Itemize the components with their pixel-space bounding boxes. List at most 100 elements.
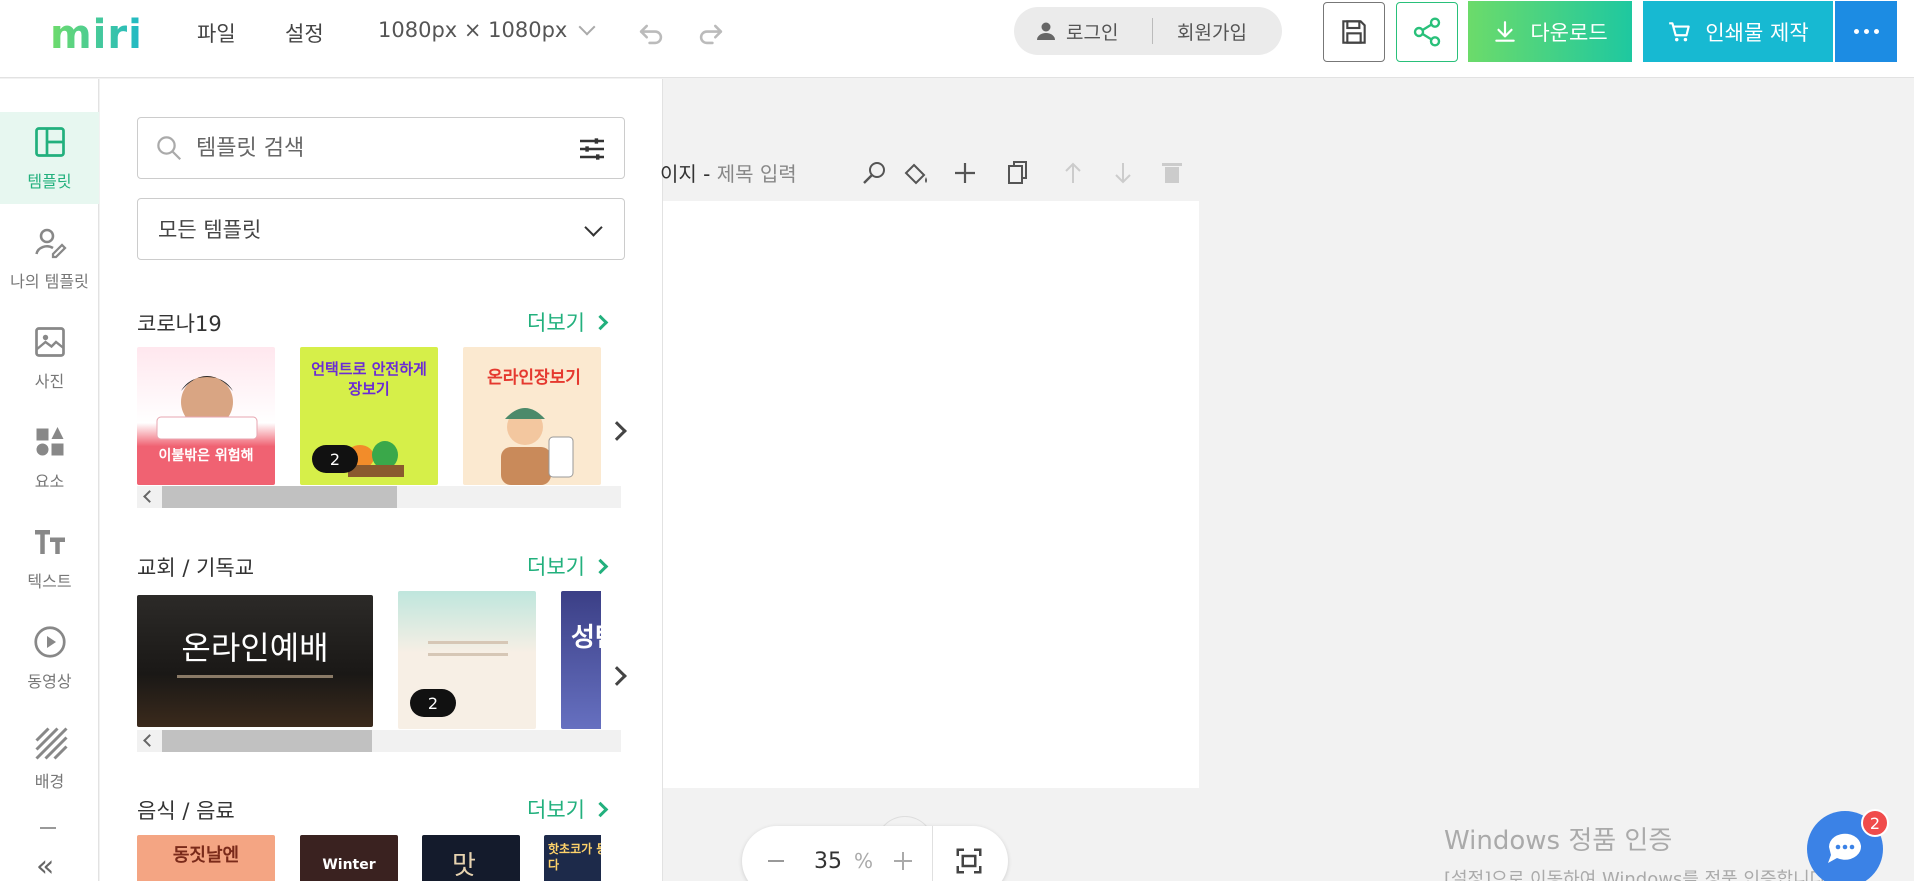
nav-item-photos[interactable]: 사진 xyxy=(0,312,99,404)
nav-item-background[interactable]: 배경 xyxy=(0,712,99,804)
chevron-right-icon[interactable] xyxy=(607,666,627,686)
template-thumbnail[interactable]: 성탄 xyxy=(561,591,601,729)
template-row: 이불밖은 위험해 언택트로 안전하게 장보기 2 온라인장보기 xyxy=(137,347,601,485)
page-title: 이지 - 제목 입력 xyxy=(660,158,797,187)
scrollbar-thumb[interactable] xyxy=(162,486,397,508)
section-title-food: 음식 / 음료 xyxy=(137,799,235,823)
copy-page-icon[interactable] xyxy=(1008,161,1027,184)
share-icon xyxy=(1413,17,1441,47)
paint-bucket-icon[interactable] xyxy=(904,163,927,185)
dot xyxy=(1863,29,1869,34)
print-order-button[interactable]: 인쇄물 제작 xyxy=(1643,1,1833,62)
thumbnail-text: 맛 xyxy=(452,851,476,881)
page-label-prefix: 이지 - xyxy=(660,162,711,186)
magic-search-icon[interactable] xyxy=(863,162,885,184)
add-page-icon[interactable] xyxy=(955,163,975,183)
chat-button[interactable]: 2 xyxy=(1807,809,1889,881)
undo-icon[interactable] xyxy=(634,16,668,50)
template-category-select[interactable]: 모든 템플릿 xyxy=(137,198,625,260)
decoration xyxy=(428,653,508,656)
page-count-badge: 2 xyxy=(410,689,456,717)
zoom-in-button[interactable] xyxy=(894,852,912,870)
scrollbar-thumb[interactable] xyxy=(162,730,372,752)
play-icon xyxy=(33,626,66,658)
save-button[interactable] xyxy=(1323,2,1385,62)
section-title-church: 교회 / 기독교 xyxy=(137,556,255,580)
template-panel: 모든 템플릿 코로나19 더보기 이불밖은 위험해 언택트로 안전하게 장보기 … xyxy=(100,79,663,881)
template-thumbnail[interactable]: 언택트로 안전하게 장보기 2 xyxy=(300,347,438,485)
move-down-icon[interactable] xyxy=(1115,163,1131,184)
chevron-left-icon[interactable] xyxy=(143,490,156,503)
top-bar: miri 파일 설정 1080px × 1080px 로그인 회원가입 다운로드… xyxy=(0,0,1914,78)
auth-pill: 로그인 회원가입 xyxy=(1014,7,1282,55)
zoom-out-button[interactable] xyxy=(768,860,784,862)
zoom-control: 35 % xyxy=(742,826,1008,881)
nav-item-elements[interactable]: 요소 xyxy=(0,412,99,504)
search-icon xyxy=(157,136,182,161)
zoom-value[interactable]: 35 xyxy=(814,849,842,874)
more-options-button[interactable] xyxy=(1835,1,1897,62)
download-button[interactable]: 다운로드 xyxy=(1468,1,1632,62)
nav-item-templates[interactable]: 템플릿 xyxy=(0,112,99,204)
template-thumbnail[interactable]: 이불밖은 위험해 xyxy=(137,347,275,485)
template-row: 온라인예배 2 성탄 xyxy=(137,591,601,729)
trash-icon[interactable] xyxy=(1162,163,1182,183)
canvas-size-select[interactable]: 1080px × 1080px xyxy=(378,18,596,42)
zoom-unit: % xyxy=(854,849,874,873)
fit-screen-icon[interactable] xyxy=(954,846,984,876)
thumbnail-text: 이불밖은 위험해 xyxy=(158,448,254,464)
nav-item-my-templates[interactable]: 나의 템플릿 xyxy=(0,212,99,304)
nav-label: 나의 템플릿 xyxy=(10,272,89,291)
chevron-right-icon xyxy=(592,558,609,574)
template-thumbnail[interactable]: 온라인예배 xyxy=(137,595,373,727)
layout-icon xyxy=(34,127,65,157)
template-thumbnail[interactable]: 핫초코가 등장했다 xyxy=(544,835,601,881)
more-link[interactable]: 더보기 xyxy=(527,551,609,581)
logo[interactable]: miri xyxy=(50,12,143,58)
decoration xyxy=(428,641,508,644)
template-thumbnail[interactable]: 온라인장보기 xyxy=(463,347,601,485)
redo-icon[interactable] xyxy=(694,16,728,50)
chevron-left-icon[interactable] xyxy=(143,734,156,747)
cart-icon xyxy=(1669,21,1691,41)
horizontal-scrollbar[interactable] xyxy=(137,486,621,508)
more-link[interactable]: 더보기 xyxy=(527,307,609,337)
thumbnail-text: Winter xyxy=(322,857,376,873)
windows-activation-watermark: Windows 정품 인증 [설정]으로 이동하여 Windows를 정품 인증… xyxy=(1444,820,1832,881)
thumbnail-text: 성탄 xyxy=(571,623,601,653)
design-canvas[interactable] xyxy=(663,201,1199,788)
user-edit-icon xyxy=(34,228,67,259)
template-thumbnail[interactable]: Winter xyxy=(300,835,398,881)
nav-label: 배경 xyxy=(34,772,65,791)
template-thumbnail[interactable]: 맛 xyxy=(422,835,520,881)
move-up-icon[interactable] xyxy=(1065,162,1081,183)
thumbnail-text: 핫초코가 등장했다 xyxy=(548,842,601,872)
more-link-label: 더보기 xyxy=(527,311,585,335)
menu-settings[interactable]: 설정 xyxy=(285,18,324,48)
save-icon xyxy=(1342,20,1366,44)
more-link[interactable]: 더보기 xyxy=(527,794,609,824)
more-link-label: 더보기 xyxy=(527,555,585,579)
template-thumbnail[interactable]: 동짓날엔 xyxy=(137,835,275,881)
watermark-subtitle: [설정]으로 이동하여 Windows를 정품 인증합니다. xyxy=(1444,869,1832,881)
nav-item-text[interactable]: 텍스트 xyxy=(0,512,99,604)
watermark-title: Windows 정품 인증 xyxy=(1444,826,1673,856)
horizontal-scrollbar[interactable] xyxy=(137,730,621,752)
share-button[interactable] xyxy=(1396,2,1458,62)
nav-item-video[interactable]: 동영상 xyxy=(0,612,99,704)
thumbnail-text: 동짓날엔 xyxy=(172,845,240,866)
page-title-input[interactable]: 제목 입력 xyxy=(717,162,797,186)
collapse-panel-button[interactable]: « xyxy=(36,849,54,881)
chevron-right-icon xyxy=(592,801,609,817)
category-select-value: 모든 템플릿 xyxy=(158,218,262,242)
signup-button[interactable]: 회원가입 xyxy=(1153,18,1247,45)
thumbnail-text: 온라인장보기 xyxy=(487,368,581,388)
chevron-right-icon[interactable] xyxy=(607,421,627,441)
template-thumbnail[interactable]: 2 xyxy=(398,591,536,729)
user-icon xyxy=(1037,22,1055,40)
login-button[interactable]: 로그인 xyxy=(1014,18,1152,45)
menu-file[interactable]: 파일 xyxy=(197,18,236,48)
template-row: 동짓날엔 Winter 맛 핫초코가 등장했다 xyxy=(137,835,601,881)
search-input[interactable] xyxy=(196,135,556,161)
filter-icon[interactable] xyxy=(576,133,608,165)
